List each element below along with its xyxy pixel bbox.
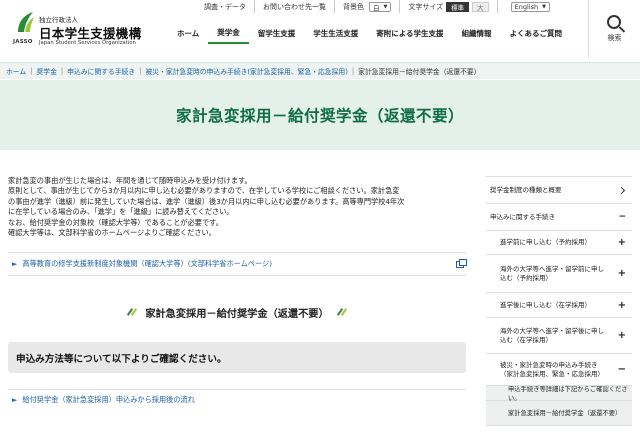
sidebar-item-label: 被災・家計急変時の申込み手続き（家計急変採用、緊急・応急採用） xyxy=(500,360,604,378)
sidebar-subitem-current[interactable]: 家計急変採用－給付奨学金（返還不要） xyxy=(486,401,632,426)
breadcrumb-home[interactable]: ホーム xyxy=(6,66,26,76)
jasso-leaf-icon xyxy=(18,12,34,32)
sidebar-item-overseas-reservation[interactable]: 海外の大学等へ進学・留学前に申し込む（予約採用） + xyxy=(486,255,632,293)
arrow-right-icon: ► xyxy=(12,395,18,404)
breadcrumb-separator: | xyxy=(139,67,142,75)
breadcrumb: ホーム | 奨学金 | 申込みに関する手続き | 被災・家計急変時の申込み手続き… xyxy=(0,62,640,79)
logo-jasso-text: JASSO xyxy=(13,39,33,45)
minus-icon: − xyxy=(618,211,626,222)
intro-line: の事由が進学（進級）前に発生していた場合は、進学（進級）後3か月以内に申し込む必… xyxy=(8,196,405,206)
notice-box: 申込み方法等について以下よりご確認ください。 xyxy=(8,342,466,374)
minus-icon: − xyxy=(617,364,626,375)
page-title: 家計急変採用－給付奨学金（返還不要） xyxy=(175,107,464,125)
plus-icon: + xyxy=(617,330,626,341)
plus-icon: + xyxy=(617,299,626,311)
site-header: JASSO 独立行政法人 日本学生支援機構 Japan Student Serv… xyxy=(0,0,640,58)
sidebar-nav: 奨学金制度の種類と概要 申込みに関する手続き − 進学前に申し込む（予約採用） … xyxy=(486,176,632,426)
intro-line: 確認大学等は、文部科学省のホームページよりご確認ください。 xyxy=(8,228,216,238)
bg-color-control: 背景色 白 ▼ xyxy=(334,0,399,13)
mext-link-label: 高等教育の修学支援新制度対象機関（確認大学等）(文部科学省ホームページ) xyxy=(22,259,273,269)
breadcrumb-application[interactable]: 申込みに関する手続き xyxy=(67,66,135,76)
sidebar-item-enrolled[interactable]: 進学後に申し込む（在学採用） + xyxy=(486,293,632,318)
intro-text: 家計急変の事由が生じた場合は、年間を通じて随時申込みを受け付けます。 原則として… xyxy=(8,176,466,238)
nav-scholarship[interactable]: 奨学金 xyxy=(208,22,249,44)
font-size-control: 文字サイズ 標準 大 xyxy=(399,0,496,13)
font-size-standard-button[interactable]: 標準 xyxy=(446,1,470,12)
nav-home[interactable]: ホーム xyxy=(168,22,208,44)
nav-donation-support[interactable]: 寄附による学生支援 xyxy=(367,22,452,44)
search-label: 検索 xyxy=(607,34,622,42)
section-heading: 家計急変採用－給付奨学金（返還不要） xyxy=(8,302,466,322)
plus-icon: + xyxy=(617,237,626,248)
application-flow-link[interactable]: ► 給付奨学金（家計急変採用）申込みから採用後の流れ xyxy=(8,389,466,409)
sidebar-item-overseas-enrolled[interactable]: 海外の大学等へ進学・留学後に申し込む（在学採用） + xyxy=(486,318,632,354)
intro-line: なお、給付奨学金の対象校（確認大学等）であることが必要です。 xyxy=(8,217,223,227)
nav-organization[interactable]: 組織情報 xyxy=(453,22,501,44)
breadcrumb-scholarship[interactable]: 奨学金 xyxy=(36,66,56,76)
global-nav: ホーム 奨学金 留学生支援 学生生活支援 寄附による学生支援 組織情報 よくある… xyxy=(168,22,571,44)
nav-faq[interactable]: よくあるご質問 xyxy=(501,22,572,44)
application-flow-label: 給付奨学金（家計急変採用）申込みから採用後の流れ xyxy=(22,394,195,404)
breadcrumb-current: 家計急変採用－給付奨学金（返還不要） xyxy=(358,68,481,76)
search-button[interactable]: 検索 xyxy=(588,0,640,58)
sidebar-item-label: 進学前に申し込む（予約採用） xyxy=(500,238,591,246)
language-control: English ▼ xyxy=(496,0,558,13)
bg-color-select[interactable]: 白 ▼ xyxy=(369,1,392,12)
plus-icon: + xyxy=(617,268,626,279)
language-select[interactable]: English ▼ xyxy=(510,1,550,12)
nav-international-student[interactable]: 留学生支援 xyxy=(249,22,305,44)
breadcrumb-separator: | xyxy=(30,67,33,75)
sidebar-subitem-details[interactable]: 申込手続き等詳細は下記からご確認ください。 xyxy=(486,386,632,402)
sidebar-item-label: 奨学金制度の種類と概要 xyxy=(490,185,562,194)
language-value: English xyxy=(514,2,539,11)
survey-data-link[interactable]: 調査・データ xyxy=(196,0,254,13)
sidebar-item-disaster[interactable]: 被災・家計急変時の申込み手続き（家計急変採用、緊急・応急採用） − xyxy=(486,354,632,386)
sidebar-item-scholarship-types[interactable]: 奨学金制度の種類と概要 xyxy=(486,176,632,204)
breadcrumb-separator: | xyxy=(60,67,64,75)
font-size-label: 文字サイズ xyxy=(408,2,444,11)
sidebar-item-reservation[interactable]: 進学前に申し込む（予約採用） + xyxy=(486,231,632,255)
sidebar-item-label: 進学後に申し込む（在学採用） xyxy=(500,300,591,309)
search-icon xyxy=(606,15,621,29)
bg-color-label: 背景色 xyxy=(343,2,364,11)
main-content: 家計急変の事由が生じた場合は、年間を通じて随時申込みを受け付けます。 原則として… xyxy=(8,176,467,409)
breadcrumb-separator: | xyxy=(351,67,355,75)
mext-external-link[interactable]: ► 高等教育の修学支援新制度対象機関（確認大学等）(文部科学省ホームページ) xyxy=(8,252,467,277)
sidebar-item-label: 申込みに関する手続き xyxy=(490,212,555,221)
external-window-icon xyxy=(456,259,467,269)
bg-color-value: 白 xyxy=(373,3,380,12)
sidebar-item-label: 海外の大学等へ進学・留学前に申し込む（予約採用） xyxy=(500,264,604,282)
chevron-down-icon: ▼ xyxy=(383,3,388,10)
section-heading-text: 家計急変採用－給付奨学金（返還不要） xyxy=(145,308,329,320)
intro-line: 家計急変の事由が生じた場合は、年間を通じて随時申込みを受け付けます。 xyxy=(8,176,252,185)
title-banner: 家計急変採用－給付奨学金（返還不要） xyxy=(0,80,640,150)
breadcrumb-disaster-application[interactable]: 被災・家計急変時の申込み手続き(家計急変採用、緊急・応急採用) xyxy=(145,66,347,76)
utility-bar: 調査・データ お問い合わせ先一覧 背景色 白 ▼ 文字サイズ 標準 大 Engl… xyxy=(196,0,558,13)
intro-line: 原則として、事由が生じてから3か月以内に申し込む必要がありますので、在学している… xyxy=(8,186,400,196)
contact-list-link[interactable]: お問い合わせ先一覧 xyxy=(254,0,334,13)
arrow-right-icon: ► xyxy=(12,260,18,269)
font-size-large-button[interactable]: 大 xyxy=(472,1,489,12)
chevron-down-icon: ▼ xyxy=(542,3,546,10)
site-logo[interactable]: JASSO 独立行政法人 日本学生支援機構 Japan Student Serv… xyxy=(12,8,162,48)
nav-student-life[interactable]: 学生生活支援 xyxy=(304,22,367,44)
sidebar-item-label: 海外の大学等へ進学・留学後に申し込む（在学採用） xyxy=(500,326,604,344)
chevron-right-icon xyxy=(617,186,626,194)
slash-decor-icon xyxy=(127,308,137,316)
slash-decor-icon xyxy=(337,308,347,316)
logo-english-name: Japan Student Services Organization xyxy=(39,40,136,46)
intro-line: に在学している場合のみ、「進学」を「進級」に読み替えてください。 xyxy=(8,207,234,217)
sidebar-item-application[interactable]: 申込みに関する手続き − xyxy=(486,204,632,231)
